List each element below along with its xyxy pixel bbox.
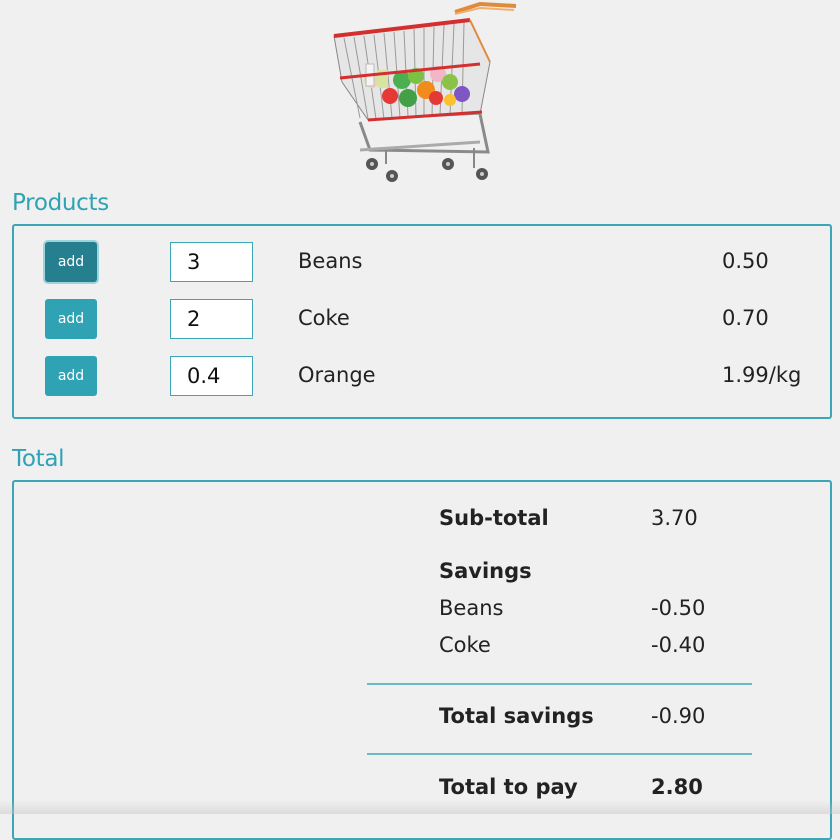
add-coke-button[interactable]: add xyxy=(45,299,97,339)
total-panel: Sub-total 3.70 Savings Beans -0.50 Coke … xyxy=(12,480,832,840)
savings-heading: Savings xyxy=(439,559,532,583)
product-name-orange: Orange xyxy=(298,363,376,387)
bottom-shadow xyxy=(0,800,840,814)
product-name-coke: Coke xyxy=(298,306,350,330)
product-name-beans: Beans xyxy=(298,249,363,273)
total-to-pay-value: 2.80 xyxy=(651,775,703,799)
divider xyxy=(367,683,752,685)
total-to-pay-label: Total to pay xyxy=(439,775,578,799)
add-orange-button[interactable]: add xyxy=(45,356,97,396)
subtotal-value: 3.70 xyxy=(651,506,698,530)
beans-quantity-input[interactable] xyxy=(170,242,253,282)
total-heading: Total xyxy=(12,446,65,472)
orange-quantity-input[interactable] xyxy=(170,356,253,396)
products-panel: add Beans 0.50 add Coke 0.70 add Orange … xyxy=(12,224,832,419)
total-savings-value: -0.90 xyxy=(651,704,706,728)
product-row-orange: add Orange 1.99/kg xyxy=(14,356,830,396)
savings-item-coke-label: Coke xyxy=(439,633,491,657)
product-price-beans: 0.50 xyxy=(722,249,769,273)
shopping-cart-icon xyxy=(333,2,517,182)
add-beans-button[interactable]: add xyxy=(45,242,97,282)
product-price-coke: 0.70 xyxy=(722,306,769,330)
savings-item-beans-label: Beans xyxy=(439,596,504,620)
savings-item-beans-value: -0.50 xyxy=(651,596,706,620)
subtotal-label: Sub-total xyxy=(439,506,549,530)
products-heading: Products xyxy=(12,190,109,216)
product-row-beans: add Beans 0.50 xyxy=(14,242,830,282)
coke-quantity-input[interactable] xyxy=(170,299,253,339)
product-price-orange: 1.99/kg xyxy=(722,363,802,387)
savings-item-coke-value: -0.40 xyxy=(651,633,706,657)
product-row-coke: add Coke 0.70 xyxy=(14,299,830,339)
total-savings-label: Total savings xyxy=(439,704,594,728)
divider xyxy=(367,753,752,755)
